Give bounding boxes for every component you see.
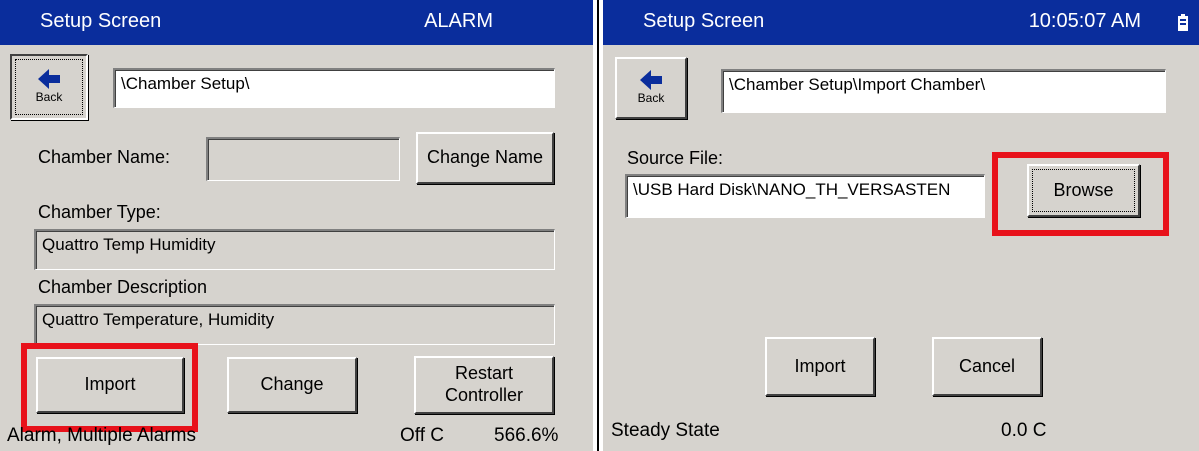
title-bar: Setup Screen ALARM [0,0,593,45]
clock: 10:05:07 AM [1028,10,1141,32]
restart-label-line2: Controller [444,385,524,405]
cancel-button[interactable]: Cancel [932,337,1042,396]
source-file-label: Source File: [627,148,724,168]
path-field: \Chamber Setup\Import Chamber\ [721,69,1166,113]
restart-label-line1: Restart [454,363,514,384]
status-temperature: Off C [400,425,444,446]
restart-controller-button[interactable]: Restart Controller [414,356,554,414]
back-label: Back [35,90,63,105]
chamber-description-label: Chamber Description [38,277,208,297]
screen-title: Setup Screen [40,10,162,32]
status-temperature: 0.0 C [1001,420,1047,441]
alarm-indicator: ALARM [424,10,493,32]
battery-icon [1178,14,1188,31]
chamber-name-label: Chamber Name: [38,147,171,167]
status-humidity: 566.6% [494,425,559,446]
back-button[interactable]: Back [10,54,88,120]
back-button[interactable]: Back [615,57,687,119]
back-arrow-icon [640,70,662,91]
chamber-description-field: Quattro Temperature, Humidity [34,304,555,345]
chamber-type-field: Quattro Temp Humidity [34,229,555,270]
setup-screen-import-chamber: Setup Screen 10:05:07 AM Back \Chamber S… [603,0,1199,451]
back-arrow-icon [38,69,60,90]
status-text: Alarm, Multiple Alarms [7,425,196,446]
change-button[interactable]: Change [227,357,357,413]
screen-title: Setup Screen [643,10,765,32]
path-field: \Chamber Setup\ [113,68,555,108]
highlight-box-browse [992,152,1169,236]
highlight-box-import [21,343,198,432]
back-label: Back [637,91,665,106]
setup-screen-chamber: Setup Screen ALARM Back \Chamber Setup\ … [0,0,593,451]
chamber-name-field[interactable] [206,137,400,181]
status-text: Steady State [611,420,720,441]
chamber-type-label: Chamber Type: [38,202,161,222]
title-bar: Setup Screen 10:05:07 AM [603,0,1199,45]
source-file-field[interactable]: \USB Hard Disk\NANO_TH_VERSASTEN [625,174,985,218]
import-button[interactable]: Import [765,337,875,396]
screenshot-divider [593,0,603,451]
change-name-button[interactable]: Change Name [416,132,554,184]
